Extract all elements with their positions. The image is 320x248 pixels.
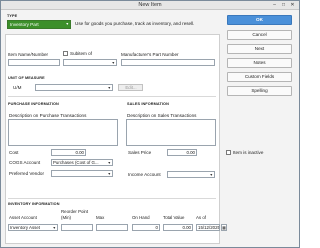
chevron-down-icon: ▼ — [65, 22, 69, 26]
item-inactive-label: Item is inactive — [233, 150, 264, 155]
sales-price-label: Sales Price — [128, 150, 152, 155]
subitem-checkbox[interactable] — [63, 51, 68, 56]
cogs-account-label: COGS Account — [9, 160, 41, 165]
type-section-label: TYPE — [7, 14, 18, 18]
chevron-down-icon: ▼ — [111, 61, 115, 65]
reorder-point-min-label: (Min) — [61, 215, 71, 220]
purchase-section-label: PURCHASE INFORMATION — [8, 102, 59, 106]
type-description: Use for goods you purchase, track as inv… — [75, 21, 195, 26]
section-divider — [8, 198, 216, 199]
mpn-input[interactable] — [121, 59, 215, 66]
cancel-button[interactable]: Cancel — [227, 30, 292, 40]
section-divider — [8, 96, 216, 97]
cost-input[interactable]: 0.00 — [51, 149, 86, 156]
chevron-down-icon: ▼ — [107, 86, 111, 90]
chevron-down-icon: ▼ — [107, 172, 111, 176]
title-bar: New Item – □ ✕ — [1, 1, 299, 10]
calendar-icon[interactable]: ▦ — [221, 224, 227, 231]
close-icon[interactable]: ✕ — [288, 2, 297, 9]
purchase-desc-label: Description on Purchase Transactions — [9, 113, 87, 118]
purchase-description-input[interactable] — [8, 119, 118, 146]
on-hand-input[interactable]: 0 — [132, 224, 160, 231]
preferred-vendor-label: Preferred Vendor — [9, 171, 44, 176]
item-name-input[interactable] — [8, 59, 60, 66]
minimize-icon[interactable]: – — [270, 2, 279, 9]
cost-label: Cost — [9, 150, 19, 155]
new-item-window: New Item – □ ✕ TYPE Inventory Part ▼ Use… — [0, 0, 300, 248]
subitem-select[interactable]: ▼ — [63, 59, 117, 66]
inventory-section-label: INVENTORY INFORMATION — [8, 202, 60, 206]
um-select[interactable]: ▼ — [35, 84, 113, 91]
as-of-date-input[interactable]: 15/12/2025 — [196, 224, 220, 231]
window-title: New Item — [138, 2, 162, 8]
spelling-button[interactable]: Spelling — [227, 86, 292, 96]
custom-fields-button[interactable]: Custom Fields — [227, 72, 292, 82]
item-type-value: Inventory Part — [10, 22, 39, 27]
ok-button[interactable]: OK — [227, 15, 292, 25]
item-name-label: Item Name/Number — [8, 52, 49, 57]
as-of-label: As of — [196, 215, 207, 220]
next-button[interactable]: Next — [227, 44, 292, 54]
maximize-icon[interactable]: □ — [279, 2, 288, 9]
um-label: U/M — [13, 85, 22, 90]
uom-section-label: UNIT OF MEASURE — [8, 76, 45, 80]
item-type-select[interactable]: Inventory Part ▼ — [7, 20, 71, 29]
chevron-down-icon: ▼ — [52, 226, 56, 230]
sales-desc-label: Description on Sales Transactions — [127, 113, 197, 118]
max-label: Max — [96, 215, 105, 220]
asset-account-label: Asset Account — [9, 215, 37, 220]
sales-price-input[interactable]: 0.00 — [167, 149, 197, 156]
cogs-account-select[interactable]: Purchases (Cost of G... ▼ — [51, 159, 113, 166]
reorder-point-input[interactable] — [61, 224, 93, 231]
total-value-label: Total Value — [163, 215, 185, 220]
mpn-label: Manufacturer's Part Number — [121, 52, 179, 57]
reorder-point-label: Reorder Point — [61, 209, 89, 214]
on-hand-label: On Hand — [132, 215, 150, 220]
income-account-select[interactable]: ▼ — [167, 171, 215, 178]
total-value-input[interactable]: 0.00 — [163, 224, 193, 231]
income-account-label: Income Account — [128, 172, 161, 177]
subitem-label: Subitem of — [70, 51, 92, 56]
item-inactive-checkbox[interactable] — [226, 150, 231, 155]
sales-description-input[interactable] — [126, 119, 216, 146]
sales-section-label: SALES INFORMATION — [127, 102, 169, 106]
um-edit-button[interactable]: Edit... — [118, 84, 143, 91]
max-input[interactable] — [96, 224, 128, 231]
asset-account-select[interactable]: Inventory Asset ▼ — [8, 224, 58, 231]
notes-button[interactable]: Notes — [227, 58, 292, 68]
chevron-down-icon: ▼ — [209, 173, 213, 177]
asset-account-value: Inventory Asset — [10, 225, 41, 230]
cogs-account-value: Purchases (Cost of G... — [53, 160, 99, 165]
preferred-vendor-select[interactable]: ▼ — [51, 170, 113, 177]
chevron-down-icon: ▼ — [107, 161, 111, 165]
